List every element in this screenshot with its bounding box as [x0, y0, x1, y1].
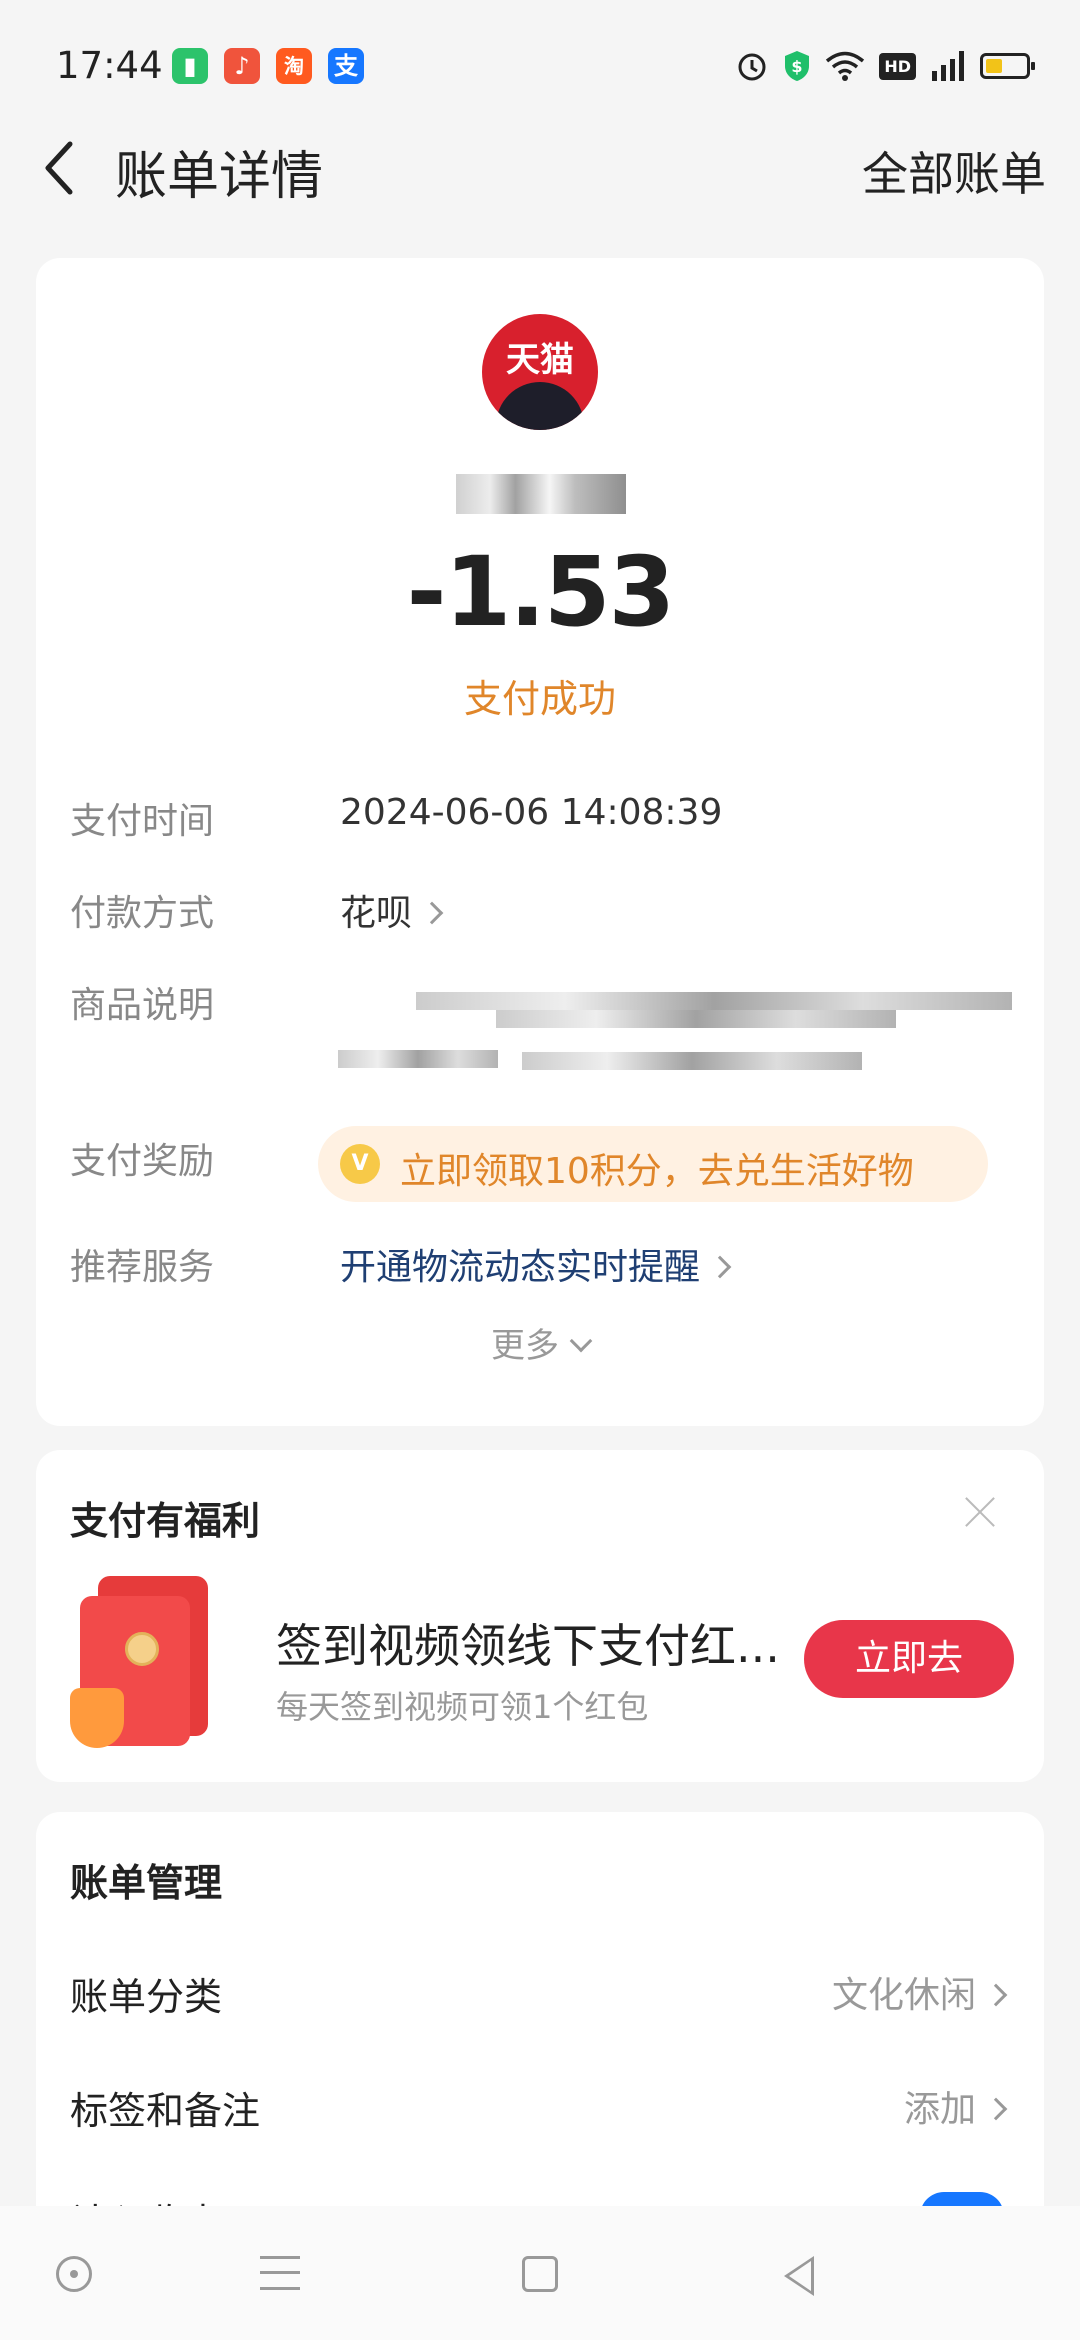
square-icon: [522, 2256, 558, 2292]
shield-dollar-icon: $: [785, 51, 810, 81]
reward-label: 支付奖励: [70, 1141, 215, 1182]
alarm-icon: [738, 53, 766, 81]
chevron-down-icon: [569, 1329, 593, 1353]
tags-notes-label: 标签和备注: [70, 2089, 261, 2133]
transaction-amount: -1.53: [406, 536, 676, 648]
payment-method-value[interactable]: 花呗: [340, 884, 444, 936]
hd-badge: HD: [879, 52, 916, 80]
merchant-name-redacted: [456, 474, 626, 514]
tags-notes-value: 添加: [903, 2080, 1008, 2132]
chevron-right-icon: [984, 1983, 1008, 2007]
alipay-app-icon: 支: [328, 48, 364, 84]
status-time: 17:44: [56, 44, 163, 87]
menu-button[interactable]: [222, 2206, 342, 2340]
promo-headline: 签到视频领线下支付红...: [276, 1619, 780, 1673]
chevron-right-icon: [984, 2097, 1008, 2121]
close-icon[interactable]: [964, 1496, 996, 1528]
back-arrow-icon[interactable]: [40, 138, 80, 198]
red-envelope-icon: [70, 1576, 220, 1748]
bill-category-value-text: 文化休闲: [831, 1975, 976, 2016]
pay-time-label: 支付时间: [70, 801, 215, 842]
status-icons: $ HD: [735, 44, 1035, 88]
wifi-icon: [826, 51, 865, 81]
more-label: 更多: [491, 1326, 559, 1366]
all-bills-link[interactable]: 全部账单: [862, 138, 1046, 204]
home-button[interactable]: [480, 2206, 600, 2340]
promo-go-button[interactable]: 立即去: [804, 1620, 1014, 1698]
cellular-signal-icon: [932, 51, 964, 81]
status-bar: 17:44 ▮ ♪ 淘 支 $ HD: [0, 0, 1080, 130]
menu-icon: [260, 2256, 300, 2290]
bill-category-label: 账单分类: [70, 1975, 223, 2019]
promo-card: 支付有福利 签到视频领线下支付红... 每天签到视频可领1个红包 立即去: [36, 1450, 1044, 1782]
promo-subtext: 每天签到视频可领1个红包: [276, 1688, 649, 1726]
assistant-button[interactable]: [16, 2206, 136, 2340]
chevron-right-icon: [420, 901, 444, 925]
circle-dot-icon: [56, 2256, 92, 2292]
battery-saver-app-icon: ▮: [172, 48, 208, 84]
tags-notes-value-text: 添加: [903, 2089, 976, 2130]
pay-time-value: 2024-06-06 14:08:39: [340, 792, 723, 833]
merchant-logo-text: 天猫: [506, 340, 574, 380]
cat-face-icon: [496, 382, 584, 430]
page-title: 账单详情: [115, 147, 324, 207]
logistics-reminder-link[interactable]: 开通物流动态实时提醒: [340, 1238, 732, 1290]
chevron-right-icon: [708, 1255, 732, 1279]
system-back-button[interactable]: [740, 2206, 860, 2340]
battery-icon: [980, 53, 1035, 79]
payment-status: 支付成功: [463, 677, 616, 721]
system-nav-bar: [0, 2206, 1080, 2340]
svg-text:$: $: [792, 57, 803, 76]
promo-title: 支付有福利: [70, 1499, 261, 1543]
merchant-logo: 天猫: [482, 314, 598, 430]
taobao-app-icon: 淘: [276, 48, 312, 84]
service-label: 推荐服务: [70, 1247, 215, 1288]
triangle-back-icon: [784, 2256, 814, 2296]
payment-method-label: 付款方式: [70, 893, 215, 934]
transaction-card: 天猫 -1.53 支付成功 支付时间 2024-06-06 14:08:39 付…: [36, 258, 1044, 1426]
service-link-text: 开通物流动态实时提醒: [340, 1247, 701, 1288]
manage-title: 账单管理: [70, 1861, 223, 1905]
reward-text: 立即领取10积分，去兑生活好物: [400, 1151, 914, 1192]
music-app-icon: ♪: [224, 48, 260, 84]
bill-category-value: 文化休闲: [831, 1966, 1008, 2018]
coin-icon: V: [340, 1144, 380, 1184]
more-button[interactable]: 更多: [36, 1318, 1044, 1367]
product-desc-label: 商品说明: [70, 985, 215, 1026]
reward-pill[interactable]: V 立即领取10积分，去兑生活好物: [318, 1126, 988, 1202]
payment-method-text: 花呗: [340, 893, 413, 934]
